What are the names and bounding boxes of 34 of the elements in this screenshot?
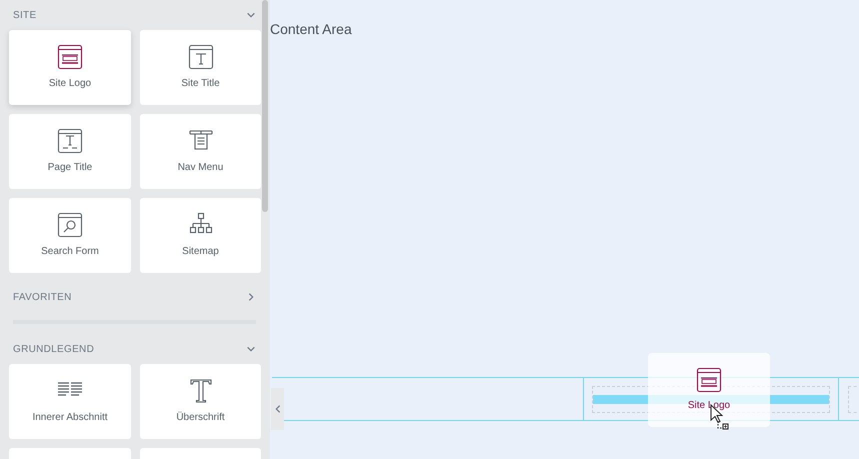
text-window-icon [188,44,214,70]
logo-window-icon [696,367,722,393]
section-header[interactable]: GRUNDLEGEND [0,334,270,364]
widget-label: Site Logo [48,77,92,91]
widget-card[interactable]: Search Form [9,198,131,273]
widget-card[interactable]: Nav Menu [140,114,261,189]
scrollbar[interactable] [262,0,268,212]
section-header[interactable]: FAVORITEN [0,282,270,312]
widget-label: Search Form [41,245,99,259]
widget-card[interactable]: Innerer Abschnitt [9,364,131,439]
widget-label: Site Title [181,77,220,91]
collapse-panel-button[interactable] [271,388,284,430]
widget-label: Sitemap [182,245,219,259]
widget-card[interactable]: Site Title [140,30,261,105]
widget-label: Überschrift [176,410,225,425]
section-title: FAVORITEN [13,290,72,304]
section-title: GRUNDLEGEND [13,342,94,356]
widget-card[interactable]: Page Title [9,114,131,189]
section-header[interactable]: SITE [0,0,270,30]
widget-card[interactable]: Sitemap [140,198,261,273]
chevron-down-icon [246,10,256,20]
content-area-title: Content Area [270,20,352,39]
widget-card[interactable]: Site Logo [9,30,131,105]
chevron-right-icon [246,292,256,302]
search-window-icon [57,212,83,238]
section-title: SITE [13,8,36,22]
chevron-down-icon [246,344,256,354]
widget-label: Nav Menu [178,161,224,175]
widget-label: Page Title [48,161,92,175]
widget-card[interactable]: Überschrift [140,364,261,439]
logo-window-icon [57,44,83,70]
text-window-icon [57,128,83,154]
heading-letter-icon [188,378,214,404]
widget-label: Innerer Abschnitt [32,411,108,425]
